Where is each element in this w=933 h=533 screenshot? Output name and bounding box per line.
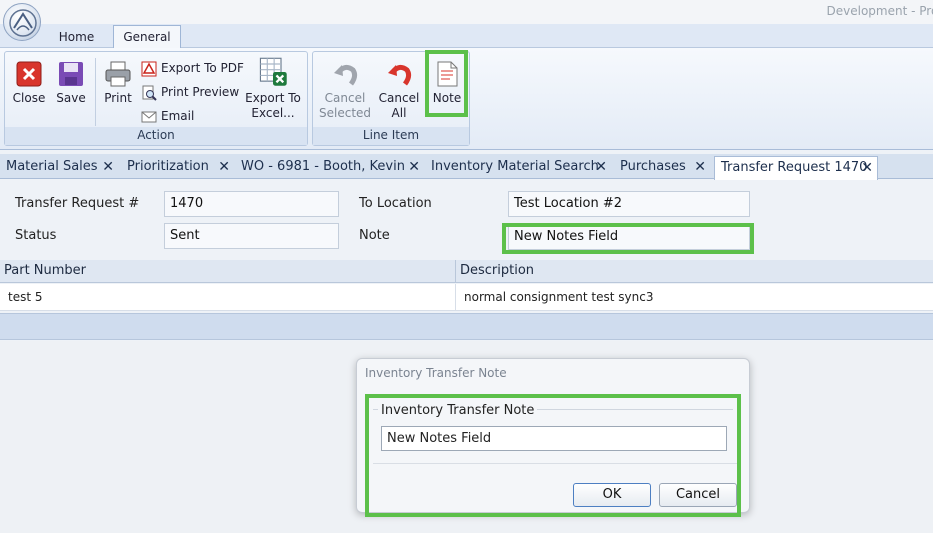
- cancel-selected-button[interactable]: Cancel Selected: [319, 60, 371, 121]
- doc-tab-work-order[interactable]: WO - 6981 - Booth, Kevin ✕: [235, 156, 424, 179]
- print-button[interactable]: Print: [99, 60, 137, 106]
- action-group: Close Save Print Export To PDF Print Pre…: [4, 51, 308, 146]
- note-field-highlight: [502, 223, 754, 254]
- print-preview-button[interactable]: Print Preview: [141, 83, 239, 101]
- dialog-content-highlight: [365, 394, 741, 517]
- pdf-icon: [141, 61, 157, 76]
- document-tab-strip: Material Sales ✕ Prioritization ✕ WO - 698…: [0, 154, 933, 180]
- doc-tab-material-sales[interactable]: Material Sales ✕: [0, 156, 118, 179]
- close-tab-icon[interactable]: ✕: [861, 157, 873, 179]
- floppy-disk-icon: [59, 62, 83, 86]
- export-excel-button[interactable]: Export To Excel...: [245, 56, 301, 121]
- doc-tab-inventory-material-search[interactable]: Inventory Material Search ✕: [425, 156, 611, 179]
- tab-home[interactable]: Home: [45, 25, 108, 48]
- title-bar: Development - Prot: [0, 0, 933, 24]
- tab-general[interactable]: General: [113, 25, 181, 49]
- close-tab-icon[interactable]: ✕: [218, 156, 230, 178]
- transfer-request-form: Transfer Request # 1470 Status Sent To L…: [0, 180, 933, 258]
- note-button-highlight: [425, 50, 468, 117]
- cell-part-number[interactable]: test 5: [0, 284, 456, 311]
- close-tab-icon[interactable]: ✕: [694, 156, 706, 178]
- close-tab-icon[interactable]: ✕: [102, 156, 114, 178]
- to-location-field[interactable]: Test Location #2: [508, 191, 750, 217]
- line-item-group-label: Line Item: [313, 127, 469, 145]
- status-field[interactable]: Sent: [164, 223, 339, 249]
- transfer-request-field[interactable]: 1470: [164, 191, 339, 217]
- app-menu-button[interactable]: [3, 3, 41, 41]
- status-label: Status: [15, 228, 57, 243]
- to-location-label: To Location: [359, 196, 432, 211]
- close-icon: [16, 61, 42, 87]
- export-pdf-button[interactable]: Export To PDF: [141, 59, 244, 77]
- undo-arrow-gray-icon: [334, 64, 358, 86]
- email-button[interactable]: Email: [141, 107, 194, 125]
- doc-tab-purchases[interactable]: Purchases ✕: [614, 156, 710, 179]
- close-button[interactable]: Close: [11, 60, 47, 106]
- save-button[interactable]: Save: [53, 60, 89, 106]
- magnifier-page-icon: [142, 85, 157, 101]
- doc-tab-transfer-request[interactable]: Transfer Request 1470 ✕: [714, 156, 878, 180]
- app-logo-icon: [9, 9, 37, 37]
- cell-description[interactable]: normal consignment test sync3: [456, 284, 933, 311]
- transfer-request-label: Transfer Request #: [15, 196, 140, 211]
- close-tab-icon[interactable]: ✕: [408, 156, 420, 178]
- dialog-title: Inventory Transfer Note: [365, 366, 507, 380]
- column-header-part-number[interactable]: Part Number: [0, 260, 456, 283]
- action-group-label: Action: [5, 127, 307, 145]
- excel-icon: [259, 57, 287, 86]
- window-title: Development - Prot: [826, 4, 933, 18]
- grid-footer-row: [0, 313, 933, 340]
- ribbon-tab-strip: Home General: [0, 24, 933, 49]
- undo-arrow-red-icon: [388, 64, 412, 86]
- column-header-description[interactable]: Description: [456, 260, 933, 283]
- envelope-icon: [141, 111, 157, 122]
- doc-tab-prioritization[interactable]: Prioritization ✕: [121, 156, 234, 179]
- close-tab-icon[interactable]: ✕: [595, 156, 607, 178]
- note-label: Note: [359, 228, 390, 243]
- printer-icon: [105, 61, 131, 87]
- cancel-all-button[interactable]: Cancel All: [377, 60, 421, 121]
